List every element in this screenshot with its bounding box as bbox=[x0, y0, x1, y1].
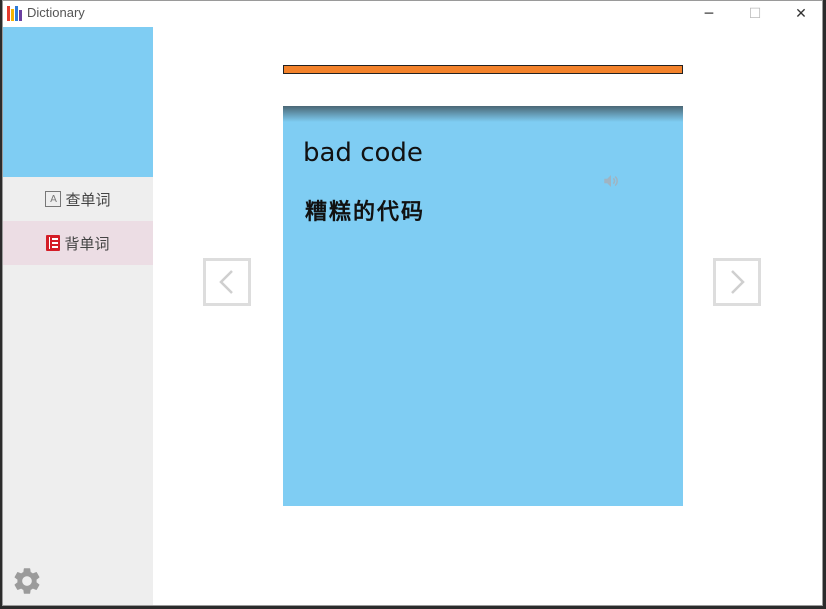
sidebar-item-label: 查单词 bbox=[65, 190, 111, 209]
sidebar-banner bbox=[3, 27, 153, 177]
window-title: Dictionary bbox=[27, 5, 85, 20]
gear-icon[interactable] bbox=[11, 565, 43, 597]
speaker-icon[interactable] bbox=[601, 172, 621, 190]
notebook-icon bbox=[46, 235, 61, 251]
chevron-right-icon bbox=[731, 270, 745, 294]
word-text: bad code bbox=[303, 138, 423, 168]
previous-word-button[interactable] bbox=[203, 258, 251, 306]
sidebar: A 查单词 背单词 bbox=[3, 27, 153, 605]
sidebar-item-lookup-word[interactable]: A 查单词 bbox=[3, 177, 153, 221]
word-meaning: 糟糕的代码 bbox=[305, 199, 426, 225]
minimize-button[interactable]: ─ bbox=[686, 1, 732, 27]
sidebar-item-memorize-word[interactable]: 背单词 bbox=[3, 221, 153, 265]
card-top-shadow bbox=[283, 106, 683, 122]
close-button[interactable]: ✕ bbox=[778, 1, 822, 27]
progress-fill bbox=[284, 66, 682, 73]
maximize-button[interactable]: ☐ bbox=[732, 1, 778, 27]
sidebar-item-label: 背单词 bbox=[64, 234, 110, 253]
title-bar[interactable]: Dictionary ─ ☐ ✕ bbox=[3, 1, 822, 27]
search-word-icon: A bbox=[45, 191, 62, 207]
next-word-button[interactable] bbox=[713, 258, 761, 306]
books-app-icon bbox=[7, 6, 23, 21]
word-card[interactable]: bad code 糟糕的代码 bbox=[283, 106, 683, 506]
app-window: Dictionary ─ ☐ ✕ A 查单词 背单词 bad code 糟糕的代… bbox=[2, 0, 823, 606]
chevron-left-icon bbox=[219, 270, 233, 294]
progress-bar bbox=[283, 65, 683, 74]
